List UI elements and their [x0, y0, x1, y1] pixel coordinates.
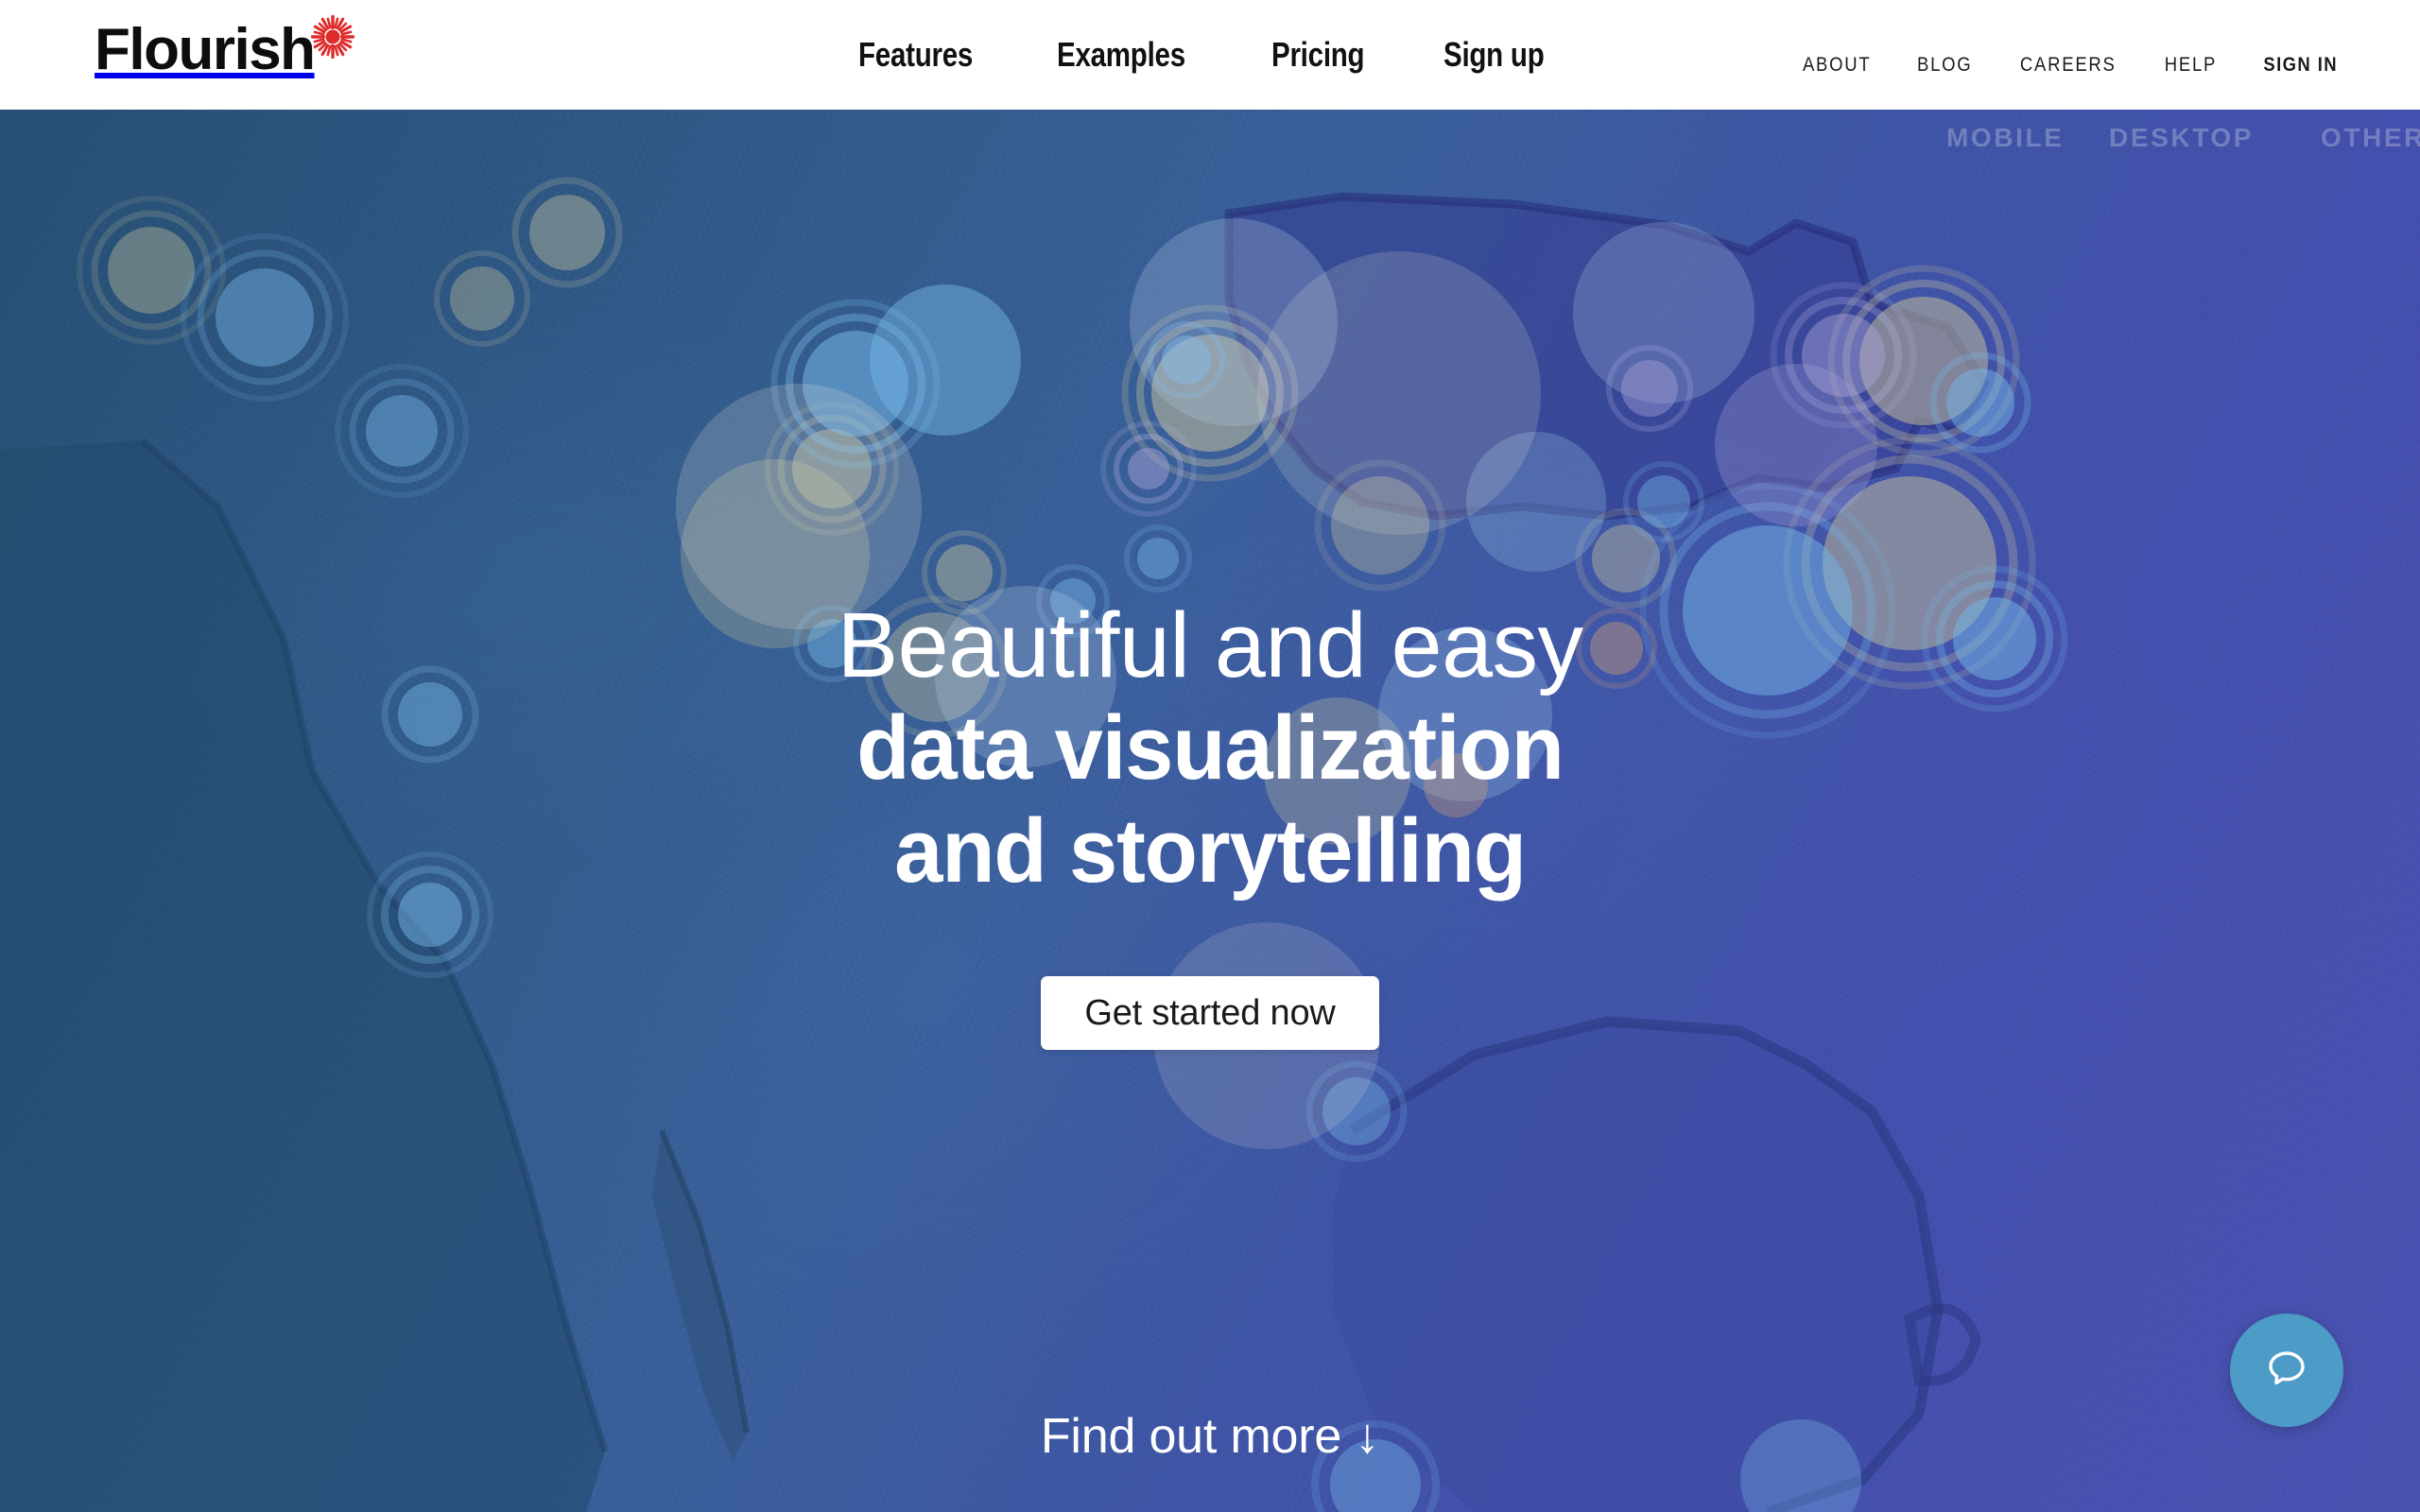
headline-line-1: Beautiful and easy: [837, 593, 1583, 696]
hero-content: Beautiful and easy data visualization an…: [0, 110, 2420, 1512]
util-nav-about[interactable]: ABOUT: [1802, 54, 1870, 77]
hero-section: MOBILE DESKTOP OTHER Beautiful and easy …: [0, 110, 2420, 1512]
util-nav-blog[interactable]: BLOG: [1917, 54, 1972, 77]
util-nav-signin[interactable]: SIGN IN: [2263, 54, 2338, 77]
starburst-icon: [310, 15, 354, 59]
util-nav-careers[interactable]: CAREERS: [2020, 54, 2117, 77]
chat-bubble-icon: [2260, 1342, 2313, 1400]
find-out-more-link[interactable]: Find out more ↓: [0, 1408, 2420, 1465]
logo-text: Flourish: [95, 17, 316, 82]
site-header: Flourish Features Examples Pricing Sign …: [0, 0, 2420, 110]
nav-item-signup[interactable]: Sign up: [1443, 35, 1545, 75]
chat-widget-button[interactable]: [2230, 1314, 2343, 1427]
logo-link[interactable]: Flourish: [95, 15, 354, 82]
nav-item-pricing[interactable]: Pricing: [1271, 35, 1365, 75]
page-title: Beautiful and easy data visualization an…: [0, 594, 2420, 902]
nav-item-features[interactable]: Features: [858, 35, 973, 75]
nav-item-examples[interactable]: Examples: [1057, 35, 1185, 75]
util-nav-help[interactable]: HELP: [2165, 54, 2217, 77]
headline-line-3: and storytelling: [894, 800, 1527, 902]
primary-navigation: Features Examples Pricing Sign up: [858, 0, 1566, 110]
utility-navigation: ABOUT BLOG CAREERS HELP SIGN IN: [1798, 0, 2342, 110]
headline-line-2: data visualization: [856, 697, 1564, 799]
get-started-button[interactable]: Get started now: [1041, 976, 1379, 1050]
